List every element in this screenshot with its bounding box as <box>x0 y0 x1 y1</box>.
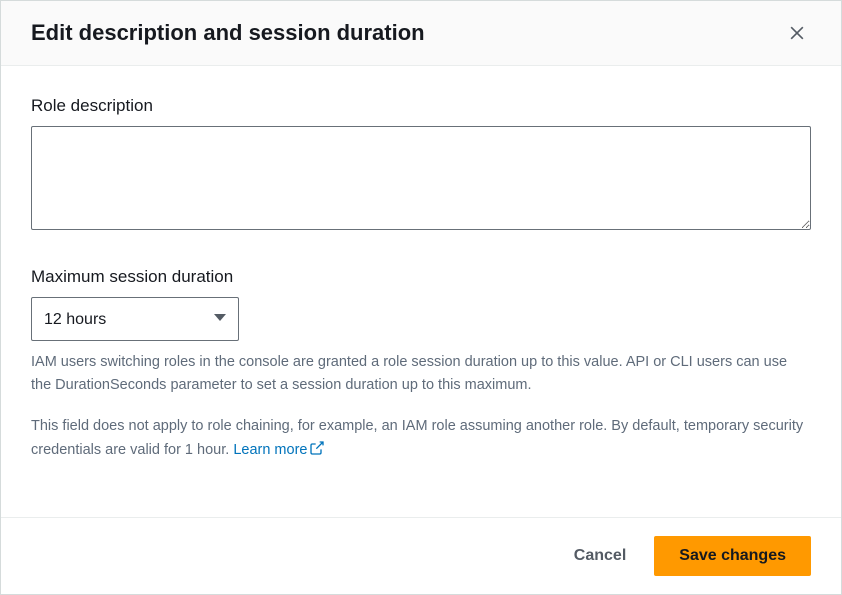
role-description-group: Role description <box>31 96 811 235</box>
learn-more-label: Learn more <box>233 442 307 458</box>
duration-help-text-1: IAM users switching roles in the console… <box>31 351 811 397</box>
learn-more-link[interactable]: Learn more <box>233 442 325 458</box>
role-description-label: Role description <box>31 96 811 116</box>
dialog-title: Edit description and session duration <box>31 20 425 46</box>
max-session-duration-label: Maximum session duration <box>31 267 811 287</box>
save-button[interactable]: Save changes <box>654 536 811 576</box>
dialog-header: Edit description and session duration <box>1 1 841 66</box>
dialog-body: Role description Maximum session duratio… <box>1 66 841 517</box>
duration-select[interactable]: 12 hours <box>31 297 239 341</box>
role-description-input[interactable] <box>31 126 811 230</box>
close-button[interactable] <box>783 19 811 47</box>
close-icon <box>787 31 807 46</box>
external-link-icon <box>309 440 325 464</box>
duration-help-text-2: This field does not apply to role chaini… <box>31 415 811 463</box>
cancel-button[interactable]: Cancel <box>570 537 630 575</box>
duration-help-text-2-body: This field does not apply to role chaini… <box>31 418 803 457</box>
max-session-duration-group: Maximum session duration 12 hours IAM us… <box>31 267 811 464</box>
edit-dialog: Edit description and session duration Ro… <box>0 0 842 595</box>
dialog-footer: Cancel Save changes <box>1 517 841 594</box>
duration-select-wrap: 12 hours <box>31 297 239 341</box>
